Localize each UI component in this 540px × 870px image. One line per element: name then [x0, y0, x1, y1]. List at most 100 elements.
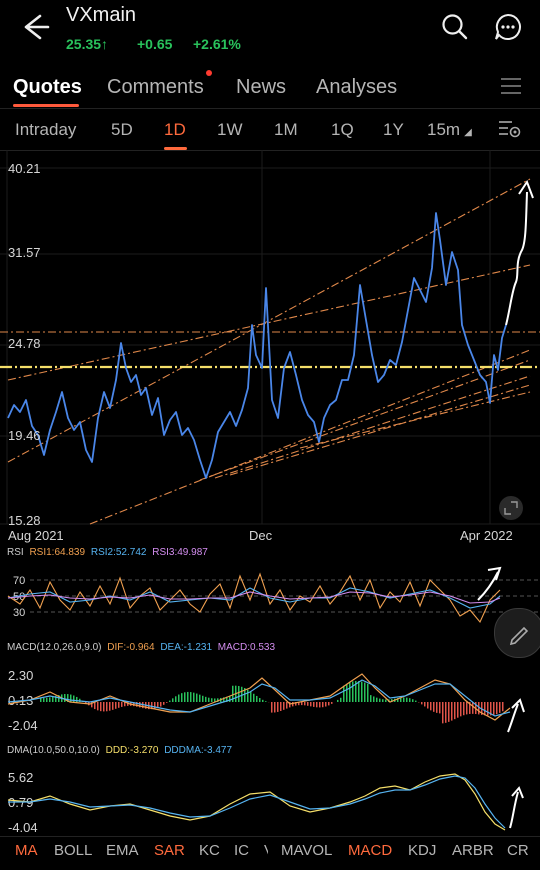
macd-bar — [208, 697, 210, 702]
macd-bar — [436, 702, 438, 713]
period-15m[interactable]: 15m ◢ — [427, 120, 472, 140]
macd-bar — [442, 702, 444, 724]
macd-bar — [166, 702, 168, 703]
macd-bar — [286, 702, 288, 709]
indicator-boll[interactable]: BOLL — [54, 842, 92, 859]
back-arrow-icon — [24, 14, 50, 40]
menu-button[interactable] — [500, 76, 522, 96]
rsi-chart[interactable]: 70 50 30 — [0, 560, 540, 628]
page-title: VXmain — [66, 4, 137, 26]
macd-bar — [154, 702, 156, 709]
macd-bar — [211, 698, 213, 702]
draw-tool-button[interactable] — [494, 608, 540, 658]
y-tick: -2.04 — [8, 718, 38, 733]
macd-bar — [403, 697, 405, 702]
macd-bar — [46, 697, 48, 702]
back-button[interactable] — [18, 10, 52, 44]
macd-bar — [484, 702, 486, 716]
macd-bar — [433, 702, 435, 712]
macd-bar — [430, 702, 432, 711]
indicator-v[interactable]: V — [264, 842, 268, 859]
period-intraday[interactable]: Intraday — [15, 120, 76, 140]
macd-bar — [325, 702, 327, 707]
indicator-macd[interactable]: MACD — [348, 842, 392, 859]
search-button[interactable] — [440, 12, 470, 42]
macd-bar — [448, 702, 450, 722]
tab-news[interactable]: News — [236, 76, 286, 99]
indicator-kc[interactable]: KC — [199, 842, 220, 859]
period-5d[interactable]: 5D — [111, 120, 133, 140]
period-1d[interactable]: 1D — [164, 120, 186, 140]
period-1m[interactable]: 1M — [274, 120, 298, 140]
y-tick: 30 — [13, 607, 25, 619]
macd-bar — [175, 696, 177, 702]
macd-legend: MACD(12.0,26.0,9.0) DIF:-0.964 DEA:-1.23… — [7, 642, 276, 653]
macd-bar — [205, 696, 207, 702]
last-price: 25.35↑ — [66, 36, 109, 52]
indicator-kdj[interactable]: KDJ — [408, 842, 436, 859]
macd-bar — [262, 699, 264, 702]
more-options-button[interactable] — [493, 12, 523, 42]
macd-bar — [415, 700, 417, 702]
indicator-ema[interactable]: EMA — [106, 842, 139, 859]
macd-bar — [478, 702, 480, 715]
macd-bar — [292, 702, 294, 707]
period-selector: Intraday 5D 1D 1W 1M 1Q 1Y 15m ◢ — [0, 116, 540, 150]
indicator-mavol[interactable]: MAVOL — [281, 842, 332, 859]
y-tick: 5.62 — [8, 770, 33, 785]
period-1q[interactable]: 1Q — [331, 120, 354, 140]
macd-bar — [412, 699, 414, 702]
macd-bar — [349, 682, 351, 702]
macd-chart[interactable]: 2.30 0.13 -2.04 — [0, 660, 540, 738]
tab-comments[interactable]: Comments — [107, 76, 204, 99]
divider — [0, 836, 540, 837]
macd-bar — [421, 702, 423, 705]
macd-bar — [364, 682, 366, 702]
fullscreen-button[interactable] — [499, 496, 523, 520]
indicator-ic[interactable]: IC — [234, 842, 249, 859]
rsi-legend: RSI RSI1:64.839 RSI2:52.742 RSI3:49.987 — [7, 547, 208, 558]
macd-bar — [109, 702, 111, 711]
macd-bar — [256, 695, 258, 702]
macd-bar — [190, 692, 192, 702]
macd-bar — [424, 702, 426, 707]
macd-bar — [103, 702, 105, 712]
y-tick: 31.57 — [8, 245, 41, 260]
y-tick: 24.78 — [8, 336, 41, 351]
macd-bar — [241, 686, 243, 702]
macd-bar — [346, 683, 348, 702]
dma-chart[interactable]: 5.62 0.79 -4.04 — [0, 762, 540, 836]
x-tick: Apr 2022 — [460, 528, 513, 543]
period-1w[interactable]: 1W — [217, 120, 243, 140]
macd-bar — [259, 698, 261, 702]
macd-bar — [100, 702, 102, 712]
annotation-arrow — [509, 791, 519, 829]
macd-bar — [502, 702, 504, 712]
pencil-icon — [509, 626, 529, 646]
dma-legend: DMA(10.0,50.0,10.0) DDD:-3.270 DDDMA:-3.… — [7, 745, 233, 756]
macd-bar — [64, 694, 66, 702]
macd-bar — [163, 702, 165, 705]
macd-bar — [451, 702, 453, 721]
indicator-arbr[interactable]: ARBR — [452, 842, 494, 859]
macd-bar — [454, 702, 456, 720]
macd-bar — [94, 702, 96, 710]
macd-bar — [115, 702, 117, 709]
divider — [0, 108, 540, 109]
indicator-sar[interactable]: SAR — [154, 842, 185, 859]
period-1y[interactable]: 1Y — [383, 120, 404, 140]
indicator-cr[interactable]: CR — [507, 842, 529, 859]
macd-bar — [493, 702, 495, 716]
tab-quotes[interactable]: Quotes — [13, 76, 82, 99]
indicator-ma[interactable]: MA — [15, 842, 38, 859]
macd-bar — [283, 702, 285, 710]
macd-bar — [409, 698, 411, 702]
macd-bar — [169, 700, 171, 702]
chart-settings-button[interactable] — [498, 118, 522, 140]
price-chart[interactable]: 40.21 31.57 24.78 19.46 15.28 Aug 2021 D… — [0, 150, 540, 545]
macd-bar — [358, 681, 360, 702]
macd-bar — [253, 693, 255, 702]
tab-analyses[interactable]: Analyses — [316, 76, 397, 99]
macd-bar — [319, 702, 321, 708]
macd-bar — [193, 692, 195, 702]
